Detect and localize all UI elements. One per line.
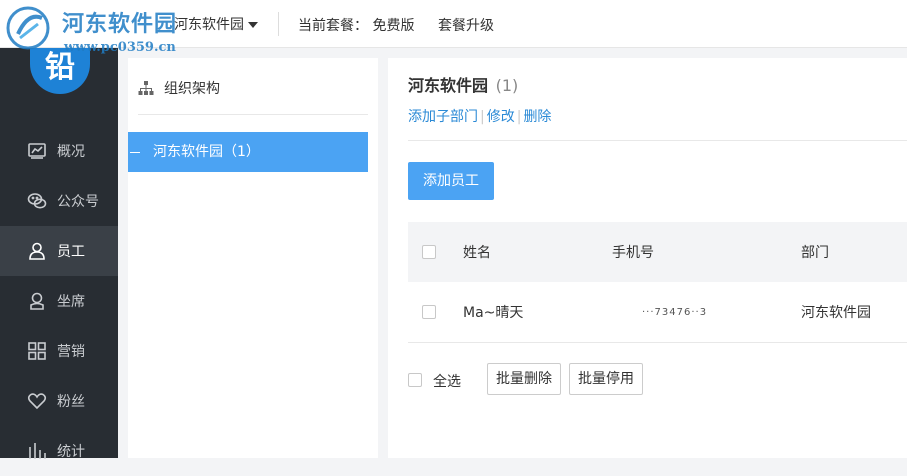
- tree-connector: [130, 152, 140, 153]
- add-employee-button[interactable]: 添加员工: [408, 162, 494, 200]
- user-icon: [29, 242, 45, 260]
- department-title: 河东软件园 (1): [408, 72, 518, 96]
- plan-label: 当前套餐：: [298, 18, 368, 34]
- department-name: 河东软件园: [408, 76, 489, 95]
- nav-item-label: 营销: [57, 344, 85, 360]
- department-actions: 添加子部门 | 修改 | 删除: [408, 106, 551, 126]
- nav-item-label: 员工: [57, 244, 85, 260]
- company-selector[interactable]: 河东软件园: [174, 14, 258, 34]
- nav-item-overview[interactable]: 概况: [0, 126, 118, 176]
- employee-phone: ···73476··3: [642, 306, 708, 318]
- tree-node-label: 河东软件园（1）: [153, 144, 260, 160]
- select-all-checkbox[interactable]: [408, 373, 422, 387]
- department-count: (1): [495, 76, 519, 95]
- nav-item-fans[interactable]: 粉丝: [0, 376, 118, 426]
- employee-department: 河东软件园: [801, 305, 871, 321]
- batch-actions: 全选 批量删除 批量停用: [408, 363, 907, 397]
- column-header-department: 部门: [801, 245, 829, 261]
- table-row[interactable]: Ma~晴天 ···73476··3 河东软件园: [408, 282, 907, 343]
- nav-item-staff[interactable]: 员工: [0, 226, 118, 276]
- watermark-url: www.pc0359.cn: [64, 40, 176, 55]
- org-chart-icon: [138, 81, 154, 95]
- select-all-label: 全选: [433, 374, 461, 390]
- separator: |: [516, 109, 522, 125]
- add-subdepartment-link[interactable]: 添加子部门: [408, 109, 478, 125]
- nav-item-label: 粉丝: [57, 394, 85, 410]
- column-header-phone: 手机号: [612, 245, 654, 261]
- divider: [408, 140, 907, 141]
- nav-item-label: 统计: [57, 444, 85, 460]
- nav-item-label: 坐席: [57, 294, 85, 310]
- sidebar: 铅 概况 公众号 员工 坐席 营销 粉丝 统计: [0, 48, 118, 460]
- wechat-icon: [27, 193, 47, 209]
- grid-icon: [28, 342, 46, 360]
- employee-name: Ma~晴天: [463, 305, 524, 321]
- plan-value: 免费版: [372, 18, 415, 34]
- upgrade-link[interactable]: 套餐升级: [438, 15, 494, 35]
- table-header: 姓名 手机号 部门: [408, 222, 907, 282]
- org-tree-panel: 组织架构 河东软件园（1）: [128, 58, 378, 458]
- batch-delete-button[interactable]: 批量删除: [487, 363, 561, 395]
- column-header-name: 姓名: [463, 245, 491, 261]
- delete-department-link[interactable]: 删除: [523, 109, 551, 125]
- watermark-logo-icon: [6, 6, 50, 50]
- company-name: 河东软件园: [174, 17, 244, 33]
- heart-icon: [27, 393, 47, 410]
- main-panel: 河东软件园 (1) 添加子部门 | 修改 | 删除 添加员工 姓名 手机号 部门 Ma~…: [388, 58, 907, 458]
- header-checkbox[interactable]: [422, 245, 436, 259]
- org-tree-title: 组织架构: [164, 81, 220, 97]
- nav-item-label: 概况: [57, 144, 85, 160]
- nav-item-official-account[interactable]: 公众号: [0, 176, 118, 226]
- row-checkbox[interactable]: [422, 305, 436, 319]
- nav-item-seat[interactable]: 坐席: [0, 276, 118, 326]
- seat-icon: [30, 292, 44, 310]
- top-bar: 河东软件园 www.pc0359.cn 河东软件园 当前套餐： 免费版 套餐升级: [0, 0, 907, 55]
- nav-item-label: 公众号: [57, 194, 99, 210]
- divider: [138, 114, 368, 115]
- nav-item-statistics[interactable]: 统计: [0, 426, 118, 476]
- tree-node-root[interactable]: 河东软件园（1）: [128, 132, 368, 172]
- stats-icon: [29, 443, 46, 459]
- chart-icon: [28, 143, 46, 159]
- row-checkbox-cell: [422, 282, 436, 342]
- org-tree-header: 组织架构: [138, 78, 220, 98]
- header-checkbox-cell: [422, 222, 436, 282]
- watermark-title: 河东软件园: [62, 12, 178, 37]
- caret-down-icon: [248, 22, 258, 28]
- panel-gutter: [378, 58, 388, 458]
- nav-item-marketing[interactable]: 营销: [0, 326, 118, 376]
- separator: |: [480, 109, 485, 125]
- divider: [278, 12, 279, 36]
- batch-disable-button[interactable]: 批量停用: [569, 363, 643, 395]
- plan-info: 当前套餐： 免费版: [298, 15, 414, 35]
- edit-department-link[interactable]: 修改: [487, 109, 515, 125]
